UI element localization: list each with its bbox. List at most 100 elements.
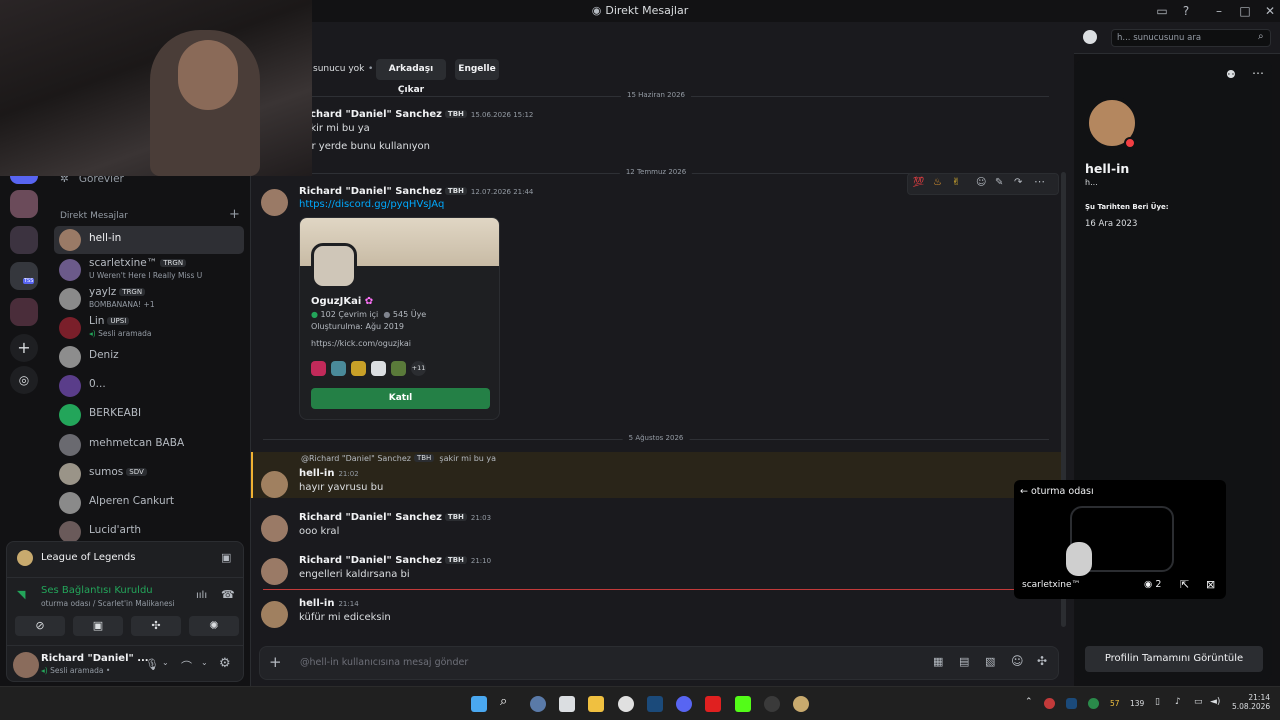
forward-icon[interactable]: ↷ <box>1014 177 1022 188</box>
league-taskbar-icon[interactable] <box>793 696 809 712</box>
start-icon[interactable] <box>471 696 487 712</box>
message-author[interactable]: Richard "Daniel" Sanchez <box>299 555 442 566</box>
app-icon[interactable] <box>764 696 780 712</box>
add-friend-icon[interactable]: ⚉ <box>1226 68 1236 81</box>
add-server-icon[interactable]: + <box>10 334 38 362</box>
volume-icon[interactable]: ◄) <box>1210 697 1220 707</box>
activities-button[interactable]: ✣ <box>131 616 181 636</box>
youtube-icon[interactable] <box>705 696 721 712</box>
server-icon[interactable] <box>10 190 38 218</box>
dm-item[interactable]: Alperen Cankurt <box>54 489 244 517</box>
dm-item[interactable]: Deniz <box>54 343 244 371</box>
create-dm-button[interactable]: + <box>229 207 240 222</box>
dm-item[interactable]: yaylz TRGN BOMBANANA! +1 <box>54 285 244 313</box>
discover-icon[interactable]: ◎ <box>10 366 38 394</box>
avatar[interactable] <box>261 471 288 498</box>
dm-item[interactable]: sumos SDV <box>54 460 244 488</box>
voice-status[interactable]: Ses Bağlantısı Kuruldu <box>41 585 153 596</box>
tray-icon[interactable] <box>1066 698 1077 709</box>
dm-item[interactable]: scarletxine™ TRGN U Weren't Here I Really… <box>54 256 244 284</box>
sticker-icon[interactable]: ▧ <box>985 655 995 668</box>
dm-item[interactable]: mehmetcan BABA <box>54 431 244 459</box>
gift-icon[interactable]: ▦ <box>933 655 943 668</box>
battery-icon[interactable]: ▯ <box>1155 697 1160 707</box>
stream-icon[interactable]: ▣ <box>221 551 231 564</box>
message-author[interactable]: Richard "Daniel" Sanchez <box>299 512 442 523</box>
reaction-fire-icon[interactable]: ♨ <box>933 177 942 188</box>
store-icon[interactable] <box>559 696 575 712</box>
mic-tray-icon[interactable]: ♪ <box>1175 697 1181 707</box>
more-options-icon[interactable]: ⋯ <box>1252 66 1264 80</box>
avatar[interactable] <box>13 652 39 678</box>
gif-icon[interactable]: ▤ <box>959 655 969 668</box>
settings-gear-icon[interactable]: ⚙ <box>219 656 231 671</box>
reaction-ok-icon[interactable]: ✌ <box>952 177 960 188</box>
message-author[interactable]: Richard "Daniel" Sanchez <box>299 109 442 120</box>
message-author[interactable]: hell-in <box>299 598 334 609</box>
avatar[interactable] <box>261 558 288 585</box>
message-input[interactable]: @hell-in kullanıcısına mesaj gönder <box>300 657 468 668</box>
close-button[interactable]: ✕ <box>1262 3 1278 19</box>
minimize-button[interactable]: – <box>1211 3 1227 19</box>
chevron-down-icon[interactable]: ⌄ <box>201 658 208 667</box>
popout-close-icon[interactable]: ⊠ <box>1206 578 1215 591</box>
network-icon[interactable]: ▭ <box>1194 697 1203 707</box>
app-icon[interactable] <box>618 696 634 712</box>
search-box[interactable]: h... sunucusunu ara ⌕ <box>1111 29 1271 47</box>
dm-item[interactable]: hell-in <box>54 226 244 254</box>
microphone-icon[interactable]: 🎙︎ <box>145 658 159 671</box>
avatar[interactable] <box>261 189 288 216</box>
maximize-button[interactable]: □ <box>1237 3 1253 19</box>
remove-friend-button[interactable]: Arkadaşı Çıkar <box>376 59 446 95</box>
mutual-servers[interactable]: sunucu yok <box>313 64 364 74</box>
add-reaction-icon[interactable]: ☺ <box>976 177 986 188</box>
server-folder-icon[interactable] <box>10 226 38 254</box>
message-author[interactable]: Richard "Daniel" Sanchez <box>299 186 442 197</box>
popout-open-icon[interactable]: ⇱ <box>1180 578 1189 591</box>
headphones-icon[interactable]: ⌒ <box>181 658 192 674</box>
settings-icon[interactable] <box>530 696 546 712</box>
soundboard-button[interactable]: ✺ <box>189 616 239 636</box>
attach-plus-icon[interactable]: + <box>269 653 282 671</box>
user-name[interactable]: Richard "Daniel" ... <box>41 653 149 664</box>
tray-icon[interactable] <box>1088 698 1099 709</box>
steam-icon[interactable] <box>647 696 663 712</box>
voice-popout[interactable]: ← oturma odası scarletxine™ ◉ 2 ⇱ ⊠ <box>1014 480 1226 599</box>
clock[interactable]: 21:14 5.08.2026 <box>1232 693 1270 711</box>
apps-icon[interactable]: ✣ <box>1037 654 1047 668</box>
avatar[interactable] <box>261 515 288 542</box>
message-author[interactable]: hell-in <box>299 468 334 479</box>
tray-icon[interactable] <box>1044 698 1055 709</box>
disconnect-icon[interactable]: ☎ <box>221 588 235 601</box>
kick-icon[interactable] <box>735 696 751 712</box>
screen-share-button[interactable]: ▣ <box>73 616 123 636</box>
help-icon[interactable]: ? <box>1178 3 1194 19</box>
more-options-icon[interactable]: ⋯ <box>1034 175 1045 188</box>
block-button[interactable]: Engelle <box>455 59 499 80</box>
user-profile-icon[interactable] <box>1083 30 1097 44</box>
dm-item[interactable]: Lin UPSI ◂) Sesli aramada <box>54 314 244 342</box>
tray-chevron-icon[interactable]: ⌃ <box>1025 697 1033 707</box>
discord-taskbar-icon[interactable] <box>676 696 692 712</box>
file-explorer-icon[interactable] <box>588 696 604 712</box>
emoji-icon[interactable]: ☺ <box>1011 654 1024 668</box>
popout-channel[interactable]: ← oturma odası <box>1020 486 1094 497</box>
camera-off-button[interactable]: ⊘ <box>15 616 65 636</box>
invite-link[interactable]: https://discord.gg/pyqHVsJAq <box>299 199 1039 210</box>
voice-channel[interactable]: oturma odası / Scarlet'in Malikanesi <box>41 599 175 608</box>
server-icon[interactable] <box>10 176 38 184</box>
search-input[interactable]: h... sunucusunu ara <box>1117 33 1201 43</box>
edit-icon[interactable]: ✎ <box>995 177 1003 188</box>
inbox-icon[interactable]: ▭ <box>1154 3 1170 19</box>
avatar[interactable] <box>261 601 288 628</box>
server-folder-icon[interactable]: TSS <box>10 262 38 290</box>
reaction-100-icon[interactable]: 💯︎ <box>912 177 925 188</box>
join-button[interactable]: Katıl <box>311 388 490 409</box>
search-icon[interactable]: ⌕ <box>500 694 516 710</box>
dm-item[interactable]: BERKEABI <box>54 401 244 429</box>
server-folder-icon[interactable] <box>10 298 38 326</box>
chevron-down-icon[interactable]: ⌄ <box>162 658 169 667</box>
noise-suppression-icon[interactable]: ıılı <box>196 590 207 601</box>
dm-item[interactable]: 0... <box>54 372 244 400</box>
view-full-profile-button[interactable]: Profilin Tamamını Görüntüle <box>1085 646 1263 672</box>
